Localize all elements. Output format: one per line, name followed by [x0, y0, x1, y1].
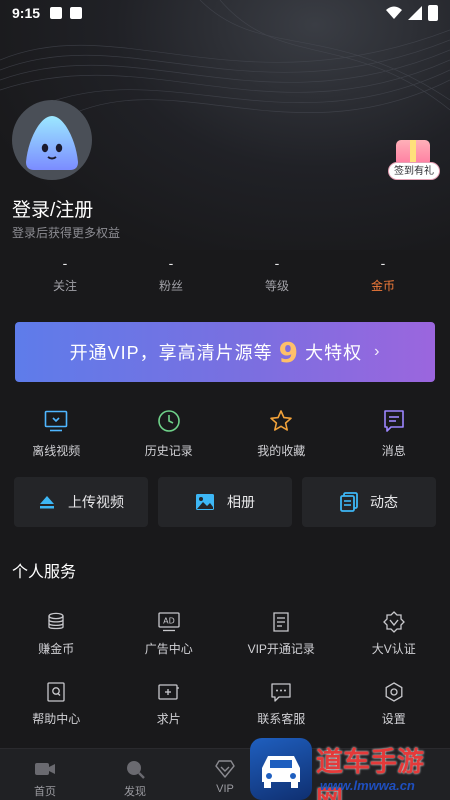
download-screen-icon: [44, 410, 68, 432]
vip-banner-text-after: 大特权: [305, 343, 363, 363]
offline-videos-button[interactable]: 离线视频: [0, 408, 113, 464]
watermark-overlay: 道车手游网 www.lmwwa.cn: [250, 738, 450, 800]
wifi-icon: [386, 6, 402, 19]
star-icon: [270, 410, 293, 431]
app-notification-icon: [70, 7, 83, 19]
service-label: 设置: [381, 712, 406, 726]
help-icon: [47, 682, 65, 702]
compass-icon: [127, 761, 145, 779]
stat-label: 金币: [370, 279, 395, 293]
stats-row: - 关注 - 粉丝 - 等级 - 金币: [0, 255, 450, 295]
camera-icon: [35, 763, 55, 775]
message-icon: [383, 410, 404, 432]
avatar[interactable]: [12, 100, 92, 180]
section-title-personal-services: 个人服务: [12, 564, 77, 581]
tab-home[interactable]: 首页: [0, 749, 90, 800]
battery-icon: [428, 5, 438, 21]
stat-label: 关注: [52, 279, 77, 293]
watermark-car-logo: [250, 738, 312, 800]
service-label: 帮助中心: [32, 712, 81, 726]
vip-promo-banner[interactable]: 开通VIP，享高清片源等 9 大特权 ›: [15, 322, 435, 382]
upload-label: 上传视频: [68, 494, 124, 510]
earn-coins-button[interactable]: 赚金币: [0, 612, 113, 656]
history-button[interactable]: 历史记录: [113, 408, 226, 464]
request-film-button[interactable]: 求片: [113, 682, 226, 726]
chat-icon: [271, 683, 291, 702]
verify-icon: [382, 611, 405, 633]
quick-label: 离线视频: [32, 444, 81, 458]
login-register-link[interactable]: 登录/注册: [12, 195, 93, 222]
vip-records-button[interactable]: VIP开通记录: [225, 612, 338, 656]
album-label: 相册: [227, 494, 255, 510]
upload-icon: [40, 496, 54, 509]
service-label: 广告中心: [144, 642, 193, 656]
stat-level[interactable]: - 等级: [224, 255, 330, 295]
feed-label: 动态: [370, 494, 398, 510]
messages-button[interactable]: 消息: [338, 408, 450, 464]
stat-following[interactable]: - 关注: [12, 255, 118, 295]
quick-label: 历史记录: [144, 444, 193, 458]
customer-service-button[interactable]: 联系客服: [225, 682, 338, 726]
stat-value: -: [274, 255, 280, 271]
quick-actions: 离线视频 历史记录 我的收藏 消息: [0, 408, 450, 464]
stat-label: 等级: [264, 279, 289, 293]
stat-followers[interactable]: - 粉丝: [118, 255, 224, 295]
watermark-url: www.lmwwa.cn: [320, 778, 415, 793]
login-subtitle: 登录后获得更多权益: [12, 226, 121, 240]
mascot-icon: [26, 116, 78, 170]
vip-banner-number: 9: [278, 335, 300, 369]
ad-icon: AD: [158, 612, 180, 632]
stat-value: -: [168, 255, 174, 271]
service-label: 赚金币: [38, 642, 75, 656]
coins-icon: [48, 612, 64, 630]
favorites-button[interactable]: 我的收藏: [225, 408, 338, 464]
gear-icon: [385, 682, 403, 702]
feed-icon: [340, 492, 358, 512]
vip-banner-text: 开通VIP，享高清片源等: [69, 343, 273, 363]
action-buttons: 上传视频 相册 动态: [14, 477, 436, 527]
tab-discover[interactable]: 发现: [90, 749, 180, 800]
clock-icon: [157, 410, 180, 432]
stat-label: 粉丝: [158, 279, 183, 293]
chevron-right-icon: ›: [374, 343, 381, 360]
car-icon: [262, 756, 300, 788]
signal-icon: [408, 6, 422, 20]
album-button[interactable]: 相册: [158, 477, 292, 527]
service-label: 大V认证: [371, 642, 416, 656]
request-film-icon: [158, 684, 179, 700]
quick-label: 消息: [381, 444, 406, 458]
quick-label: 我的收藏: [257, 444, 306, 458]
status-bar: 9:15: [0, 0, 450, 26]
record-icon: [273, 612, 289, 632]
feed-button[interactable]: 动态: [302, 477, 436, 527]
service-label: 联系客服: [257, 712, 306, 726]
ad-center-button[interactable]: AD 广告中心: [113, 612, 226, 656]
status-time: 9:15: [12, 5, 41, 21]
service-label: 求片: [156, 712, 181, 726]
services-grid: 赚金币 AD 广告中心 VIP开通记录 大V认证 帮助中心 求片 联系客服 设置: [0, 611, 450, 726]
upload-video-button[interactable]: 上传视频: [14, 477, 148, 527]
image-notification-icon: [50, 7, 63, 19]
verification-button[interactable]: 大V认证: [338, 611, 450, 656]
service-label: VIP开通记录: [247, 642, 315, 656]
diamond-icon: [215, 760, 235, 778]
settings-button[interactable]: 设置: [338, 682, 450, 726]
tab-label: 首页: [34, 786, 56, 798]
tab-label: 发现: [124, 786, 146, 798]
svg-text:AD: AD: [163, 617, 175, 626]
help-center-button[interactable]: 帮助中心: [0, 682, 113, 726]
checkin-gift-button[interactable]: 签到有礼: [388, 138, 440, 182]
stat-coins[interactable]: - 金币: [330, 255, 436, 295]
stat-value: -: [380, 255, 386, 271]
checkin-badge: 签到有礼: [388, 162, 440, 180]
stat-value: -: [62, 255, 68, 271]
photo-icon: [196, 494, 214, 510]
